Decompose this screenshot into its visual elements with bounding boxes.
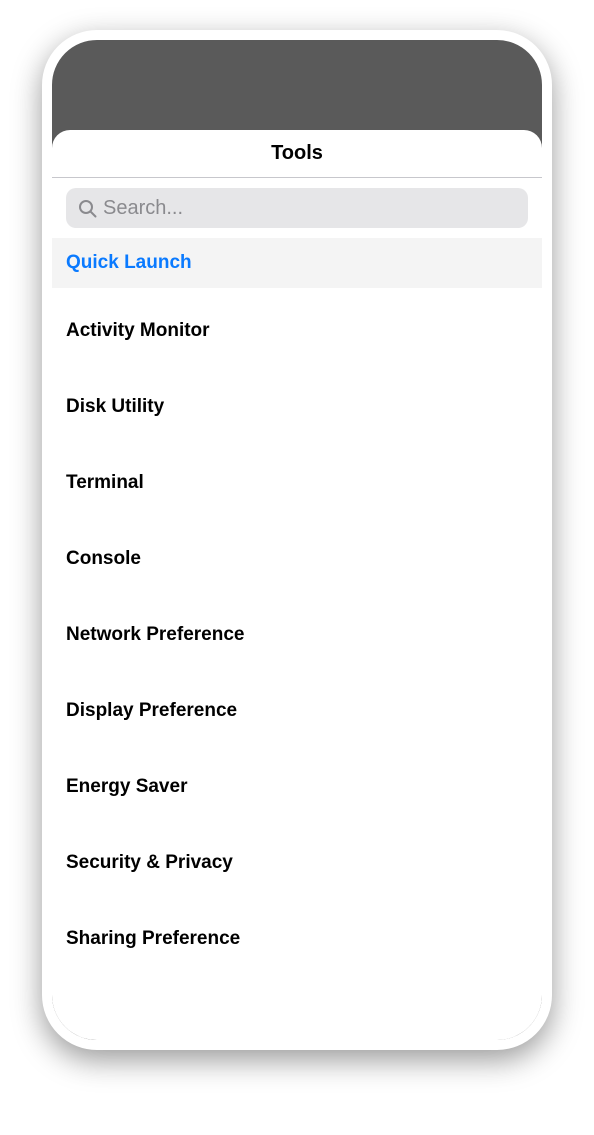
list-item-label: Energy Saver [66, 776, 187, 798]
list-item-display-preference[interactable]: Display Preference [52, 686, 542, 736]
page-title: Tools [271, 142, 323, 165]
list-item-label: Activity Monitor [66, 320, 210, 342]
list-item-network-preference[interactable]: Network Preference [52, 610, 542, 660]
list-item-label: Quick Launch [66, 252, 192, 274]
list-item-disk-utility[interactable]: Disk Utility [52, 382, 542, 432]
list-item-security-privacy[interactable]: Security & Privacy [52, 838, 542, 888]
search-input[interactable] [103, 197, 516, 220]
device-frame: Tools Quick Launch Activity Monitor [42, 30, 552, 1050]
search-bar[interactable] [66, 188, 528, 228]
list-item-label: Display Preference [66, 700, 237, 722]
list-item-label: Console [66, 548, 141, 570]
list-item-label: Network Preference [66, 624, 244, 646]
tools-list: Quick Launch Activity Monitor Disk Utili… [52, 238, 542, 964]
search-icon [78, 199, 97, 218]
list-item-label: Terminal [66, 472, 144, 494]
screen: Tools Quick Launch Activity Monitor [52, 130, 542, 1040]
list-item-label: Sharing Preference [66, 928, 240, 950]
nav-bar: Tools [52, 130, 542, 178]
list-item-label: Security & Privacy [66, 852, 233, 874]
list-item-quick-launch[interactable]: Quick Launch [52, 238, 542, 288]
list-item-terminal[interactable]: Terminal [52, 458, 542, 508]
search-container [52, 178, 542, 238]
list-item-label: Disk Utility [66, 396, 164, 418]
list-item-energy-saver[interactable]: Energy Saver [52, 762, 542, 812]
list-item-sharing-preference[interactable]: Sharing Preference [52, 914, 542, 964]
list-item-activity-monitor[interactable]: Activity Monitor [52, 306, 542, 356]
list-item-console[interactable]: Console [52, 534, 542, 584]
